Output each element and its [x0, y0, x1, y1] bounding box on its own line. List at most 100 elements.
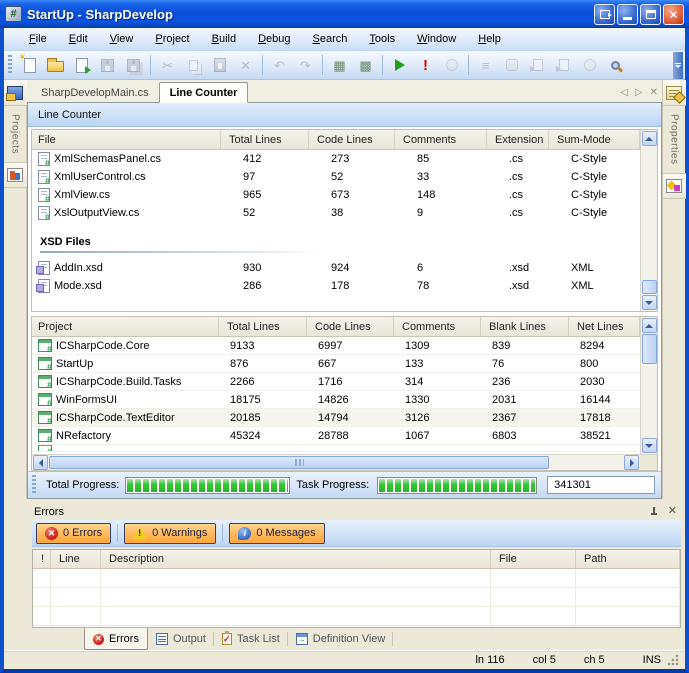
column-header-sum-mode[interactable]: Sum-Mode [549, 130, 640, 149]
open-folder-icon[interactable] [43, 54, 68, 77]
record-icon[interactable] [439, 54, 464, 77]
next-tab-icon[interactable]: ▷ [635, 87, 643, 98]
properties-pad-label[interactable]: Properties [669, 106, 680, 173]
step-over-icon[interactable] [551, 54, 576, 77]
close-panel-icon[interactable]: ✕ [668, 506, 677, 517]
hscroll-thumb[interactable] [49, 456, 549, 469]
projects-table-hscrollbar[interactable] [32, 454, 657, 470]
scroll-left-icon[interactable] [33, 455, 48, 470]
build-icon[interactable]: ▦ [327, 54, 352, 77]
toolbar-options-button[interactable] [673, 52, 683, 79]
menu-help[interactable]: Help [467, 30, 512, 48]
projects-pad-tab[interactable] [4, 80, 27, 106]
files-table-scrollbar[interactable] [640, 130, 657, 311]
bookmark-list-icon[interactable]: ≡ [473, 54, 498, 77]
cut-icon[interactable]: ✂ [155, 54, 180, 77]
column-header-net-lines[interactable]: Net Lines [569, 317, 640, 336]
classes-pad-tab[interactable] [4, 162, 27, 188]
menu-edit[interactable]: Edit [58, 30, 99, 48]
save-all-icon[interactable] [121, 54, 146, 77]
undo-icon[interactable]: ↶ [267, 54, 292, 77]
projects-table-scrollbar[interactable] [640, 317, 657, 454]
column-header-file[interactable]: File [32, 130, 221, 149]
messages-filter-button[interactable]: i 0 Messages [229, 523, 324, 544]
column-header-total-lines[interactable]: Total Lines [221, 130, 309, 149]
search-icon[interactable] [603, 54, 628, 77]
scroll-thumb[interactable] [642, 334, 657, 364]
redo-icon[interactable]: ↷ [293, 54, 318, 77]
column-header-file[interactable]: File [491, 550, 576, 568]
column-header-extension[interactable]: Extension [487, 130, 549, 149]
menu-project[interactable]: Project [144, 30, 200, 48]
toolbox-pad-tab[interactable] [663, 173, 686, 199]
column-header-project[interactable]: Project [32, 317, 219, 336]
project-row-clipped[interactable] [32, 445, 640, 452]
tab-sharpdevelopmain[interactable]: SharpDevelopMain.cs [31, 83, 159, 102]
scroll-up-icon[interactable] [642, 131, 657, 146]
progress-row-grip[interactable] [32, 475, 36, 495]
warnings-filter-button[interactable]: 0 Warnings [124, 523, 216, 544]
detach-window-button[interactable] [594, 4, 615, 25]
scroll-right-icon[interactable] [624, 455, 639, 470]
file-row[interactable]: XmlSchemasPanel.cs 412 273 85 .cs C-Styl… [32, 150, 640, 168]
run-icon[interactable] [387, 54, 412, 77]
menu-search[interactable]: Search [302, 30, 359, 48]
close-button[interactable]: × [663, 4, 684, 25]
close-tab-icon[interactable]: ✕ [650, 87, 658, 98]
step-into-icon[interactable] [525, 54, 550, 77]
maximize-button[interactable] [640, 4, 661, 25]
menu-build[interactable]: Build [201, 30, 247, 48]
column-header-line[interactable]: Line [51, 550, 101, 568]
column-header-blank-lines[interactable]: Blank Lines [481, 317, 569, 336]
prev-tab-icon[interactable]: ◁ [620, 87, 628, 98]
column-header-comments[interactable]: Comments [394, 317, 481, 336]
column-header-comments[interactable]: Comments [395, 130, 487, 149]
menu-file[interactable]: File [18, 30, 58, 48]
errors-filter-button[interactable]: ✕ 0 Errors [36, 523, 111, 544]
file-row[interactable]: AddIn.xsd 930 924 6 .xsd XML [32, 259, 640, 277]
column-header-total-lines[interactable]: Total Lines [219, 317, 307, 336]
copy-icon[interactable] [181, 54, 206, 77]
new-from-template-icon[interactable] [69, 54, 94, 77]
project-row[interactable]: NRefactory 45324 28788 1067 6803 38521 [32, 427, 640, 445]
tab-output[interactable]: Output [148, 628, 214, 650]
tab-task-list[interactable]: Task List [214, 628, 288, 650]
pin-icon[interactable] [650, 507, 658, 517]
abort-build-icon[interactable]: ! [413, 54, 438, 77]
column-header-severity[interactable]: ! [33, 550, 51, 568]
menu-view[interactable]: View [99, 30, 145, 48]
tab-errors[interactable]: ✕ Errors [84, 628, 148, 650]
tab-line-counter[interactable]: Line Counter [159, 82, 249, 103]
projects-pad-label[interactable]: Projects [10, 106, 21, 162]
delete-icon[interactable]: ✕ [233, 54, 258, 77]
stop-process-icon[interactable] [577, 54, 602, 77]
new-file-icon[interactable] [17, 54, 42, 77]
save-icon[interactable] [95, 54, 120, 77]
column-header-description[interactable]: Description [101, 550, 491, 568]
file-row[interactable]: Mode.xsd 286 178 78 .xsd XML [32, 277, 640, 295]
file-row[interactable]: XmlView.cs 965 673 148 .cs C-Style [32, 186, 640, 204]
minimize-button[interactable] [617, 4, 638, 25]
project-row[interactable]: StartUp 876 667 133 76 800 [32, 355, 640, 373]
project-row[interactable]: ICSharpCode.TextEditor 20185 14794 3126 … [32, 409, 640, 427]
scroll-down-icon[interactable] [642, 438, 657, 453]
tab-definition-view[interactable]: Definition View [288, 628, 394, 650]
project-row[interactable]: WinFormsUI 18175 14826 1330 2031 16144 [32, 391, 640, 409]
column-header-code-lines[interactable]: Code Lines [309, 130, 395, 149]
file-row[interactable]: XmlUserControl.cs 97 52 33 .cs C-Style [32, 168, 640, 186]
scroll-thumb[interactable] [642, 280, 657, 294]
project-row[interactable]: ICSharpCode.Build.Tasks 2266 1716 314 23… [32, 373, 640, 391]
menu-window[interactable]: Window [406, 30, 467, 48]
file-row[interactable]: XslOutputView.cs 52 38 9 .cs C-Style [32, 204, 640, 222]
column-header-path[interactable]: Path [576, 550, 680, 568]
paste-icon[interactable] [207, 54, 232, 77]
menu-debug[interactable]: Debug [247, 30, 301, 48]
column-header-code-lines[interactable]: Code Lines [307, 317, 394, 336]
rebuild-icon[interactable]: ▩ [353, 54, 378, 77]
toggle-breakpoint-icon[interactable] [499, 54, 524, 77]
properties-pad-tab[interactable] [663, 80, 686, 106]
sharpdevelop-app-icon[interactable]: # [5, 6, 22, 22]
scroll-up-icon[interactable] [642, 318, 657, 333]
toolbar-grip[interactable] [8, 55, 12, 75]
resize-grip[interactable] [667, 654, 679, 666]
